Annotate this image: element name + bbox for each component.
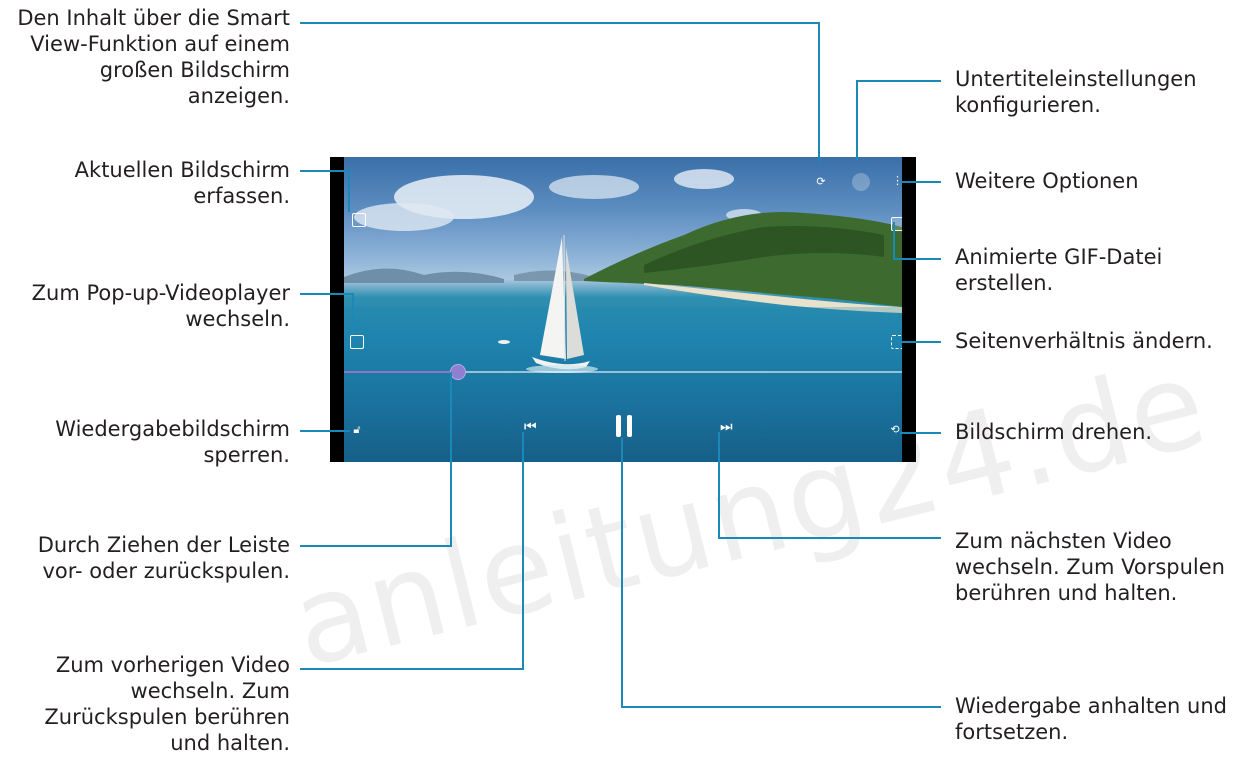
callout-line (300, 545, 452, 547)
cloud (549, 175, 639, 199)
callout-line (622, 706, 941, 708)
callout-line (300, 293, 354, 295)
seek-progress (344, 371, 456, 373)
callout-line (818, 22, 820, 162)
callout-subtitles: Untertiteleinstellungen konfigurieren. (955, 67, 1197, 117)
distant-island (344, 268, 504, 283)
previous-icon[interactable]: ⏮︎ (524, 419, 537, 435)
popup-player-icon[interactable] (350, 335, 364, 349)
distant-island (514, 270, 594, 281)
video-frame: ⟳ ⋮ 🔓︎ ⟲ ⏮︎ ⏭︎ (344, 157, 902, 462)
callout-line (522, 432, 524, 670)
sail (540, 237, 566, 359)
capture-icon[interactable] (352, 213, 366, 227)
callout-line (300, 430, 350, 432)
callout-line (857, 80, 941, 82)
subtitle-icon[interactable] (852, 173, 870, 191)
callout-line (900, 181, 941, 183)
callout-gif: Animierte GIF-Datei erstellen. (955, 245, 1163, 295)
callout-popup: Zum Pop-up-Videoplayer wechseln. (31, 281, 290, 331)
seek-bar[interactable] (344, 371, 902, 373)
callout-line (900, 341, 941, 343)
callout-smart-view: Den Inhalt über die Smart View-Funktion … (17, 6, 290, 108)
callout-line (894, 258, 941, 260)
callout-rotate: Bildschirm drehen. (955, 420, 1153, 444)
dinghy (498, 340, 510, 344)
callout-line (300, 170, 350, 172)
sail (566, 247, 584, 359)
callout-line (718, 537, 941, 539)
callout-line (893, 222, 895, 260)
pause-icon[interactable] (616, 415, 632, 437)
rotate-icon[interactable]: ⟲ (888, 423, 902, 437)
callout-pause: Wiedergabe anhalten und fortsetzen. (955, 694, 1227, 744)
callout-line (900, 432, 941, 434)
callout-seek: Durch Ziehen der Leiste vor- oder zurück… (37, 533, 290, 583)
cloud (674, 169, 734, 189)
callout-line (300, 668, 524, 670)
water-highlight (344, 307, 902, 462)
callout-line (621, 438, 623, 708)
lock-icon[interactable]: 🔓︎ (350, 423, 364, 437)
callout-line (352, 293, 354, 335)
callout-ratio: Seitenverhältnis ändern. (955, 329, 1213, 353)
callout-next: Zum nächsten Video wechseln. Zum Vorspul… (955, 529, 1225, 605)
cloud (354, 203, 454, 231)
callout-line (718, 432, 720, 539)
callout-line (450, 372, 452, 547)
callout-prev: Zum vorherigen Video wechseln. Zum Zurüc… (44, 653, 290, 755)
callout-capture: Aktuellen Bildschirm erfassen. (74, 158, 290, 208)
callout-line (300, 22, 820, 24)
smart-view-icon[interactable]: ⟳ (814, 175, 828, 189)
callout-more: Weitere Optionen (955, 169, 1139, 193)
next-icon[interactable]: ⏭︎ (720, 419, 733, 435)
video-player-screen: ⟳ ⋮ 🔓︎ ⟲ ⏮︎ ⏭︎ (330, 157, 916, 462)
callout-line (348, 170, 350, 212)
callout-lock: Wiedergabebildschirm sperren. (55, 417, 290, 467)
callout-line (856, 80, 858, 160)
